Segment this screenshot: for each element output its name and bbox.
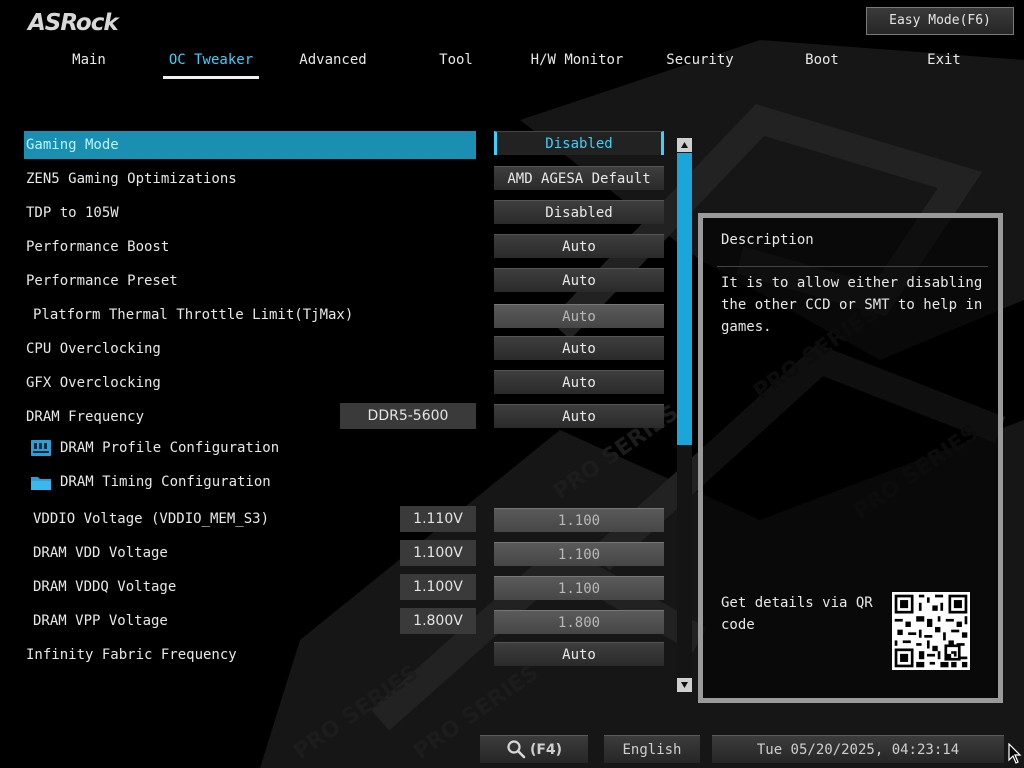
dram-vdd-voltage-current: 1.100V [400, 540, 476, 566]
menu-dram-profile-configuration[interactable]: DRAM Profile Configuration [60, 434, 279, 462]
platform-thermal-throttle-limit-value[interactable]: Auto [494, 304, 664, 328]
description-title: Description [721, 232, 814, 248]
scrollbar-thumb[interactable] [677, 153, 692, 445]
tdp-to-105w-value[interactable]: Disabled [494, 200, 664, 224]
setting-dram-vddq-voltage[interactable]: DRAM VDDQ Voltage [33, 573, 176, 601]
datetime-display[interactable]: Tue 05/20/2025, 04:23:14 [712, 735, 1004, 763]
description-panel: Description It is to allow either disabl… [698, 213, 1003, 703]
scroll-up-arrow-icon[interactable] [677, 138, 692, 152]
tab-exit[interactable]: Exit [920, 52, 968, 80]
infinity-fabric-frequency-value[interactable]: Auto [494, 642, 664, 666]
setting-gfx-overclocking[interactable]: GFX Overclocking [24, 369, 161, 397]
tab-boot[interactable]: Boot [798, 52, 846, 80]
zen5-gaming-optimizations-value[interactable]: AMD AGESA Default [494, 166, 664, 190]
setting-dram-vpp-voltage[interactable]: DRAM VPP Voltage [33, 607, 168, 635]
setting-platform-thermal-throttle-limit[interactable]: Platform Thermal Throttle Limit(TjMax) [33, 301, 353, 329]
folder-icon [31, 477, 51, 490]
dram-profile-icon [31, 440, 51, 456]
setting-zen5-gaming-optimizations[interactable]: ZEN5 Gaming Optimizations [24, 165, 237, 193]
gfx-overclocking-value[interactable]: Auto [494, 370, 664, 394]
setting-cpu-overclocking[interactable]: CPU Overclocking [24, 335, 161, 363]
setting-dram-vdd-voltage[interactable]: DRAM VDD Voltage [33, 539, 168, 567]
performance-preset-value[interactable]: Auto [494, 268, 664, 292]
dram-frequency-value[interactable]: Auto [494, 404, 664, 428]
mouse-cursor-icon [1008, 743, 1022, 764]
dram-vdd-voltage-value[interactable]: 1.100 [494, 542, 664, 566]
dram-vddq-voltage-current: 1.100V [400, 574, 476, 600]
performance-boost-value[interactable]: Auto [494, 234, 664, 258]
dram-vddq-voltage-value[interactable]: 1.100 [494, 576, 664, 600]
qr-code-label: Get details via QR code [721, 595, 873, 633]
description-divider [717, 266, 988, 267]
menu-dram-timing-configuration[interactable]: DRAM Timing Configuration [60, 468, 271, 496]
setting-dram-frequency[interactable]: DRAM Frequency [24, 403, 144, 431]
language-button[interactable]: English [604, 735, 700, 763]
description-text: It is to allow either disabling the othe… [721, 275, 983, 335]
setting-tdp-to-105w[interactable]: TDP to 105W [24, 199, 119, 227]
setting-performance-boost[interactable]: Performance Boost [24, 233, 169, 261]
setting-vddio-voltage[interactable]: VDDIO Voltage (VDDIO_MEM_S3) [33, 505, 269, 533]
dram-vpp-voltage-current: 1.800V [400, 608, 476, 634]
search-shortcut-label: (F4) [529, 742, 563, 758]
qr-code [892, 592, 970, 670]
dram-vpp-voltage-value[interactable]: 1.800 [494, 610, 664, 634]
dram-frequency-current: DDR5-5600 [340, 403, 476, 429]
settings-list: Gaming Mode Disabled ZEN5 Gaming Optimiz… [0, 0, 700, 700]
vddio-voltage-current: 1.110V [400, 506, 476, 532]
search-button[interactable]: (F4) [480, 735, 588, 763]
search-icon [507, 740, 526, 759]
scroll-down-arrow-icon[interactable] [677, 678, 692, 692]
setting-performance-preset[interactable]: Performance Preset [24, 267, 178, 295]
vddio-voltage-value[interactable]: 1.100 [494, 508, 664, 532]
setting-infinity-fabric-frequency[interactable]: Infinity Fabric Frequency [24, 641, 237, 669]
cpu-overclocking-value[interactable]: Auto [494, 336, 664, 360]
gaming-mode-value[interactable]: Disabled [494, 131, 664, 155]
setting-gaming-mode[interactable]: Gaming Mode [24, 131, 476, 159]
